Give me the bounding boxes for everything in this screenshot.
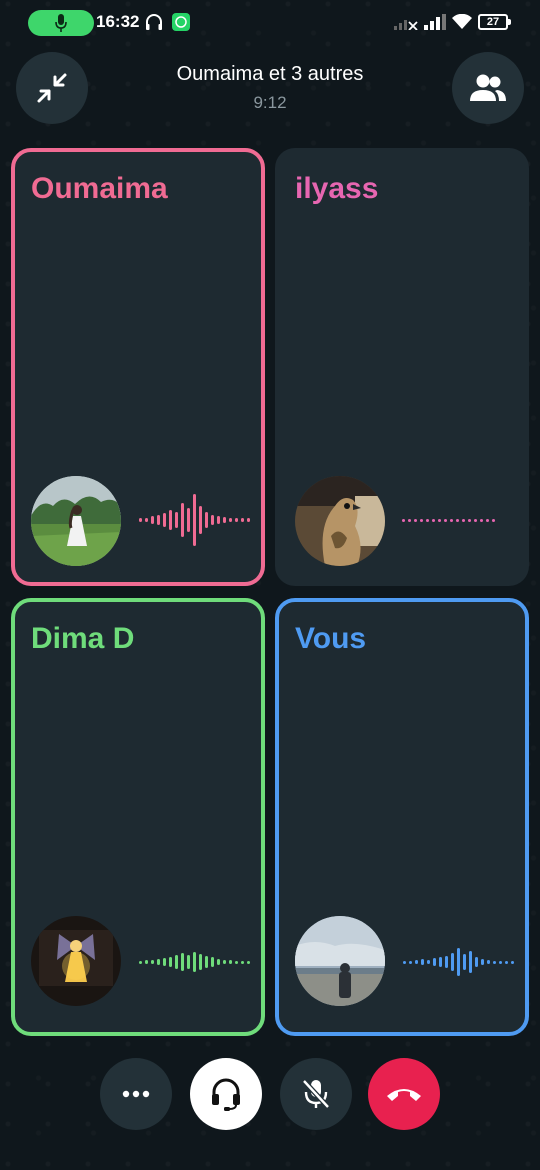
more-icon [122,1090,150,1098]
participants-button[interactable] [452,52,524,124]
mic-off-icon [302,1079,330,1109]
battery-tip [508,19,511,25]
end-call-icon [387,1089,421,1101]
audio-route-button[interactable] [190,1058,262,1130]
whatsapp-icon [172,12,190,32]
participants-icon [470,74,506,101]
participant-name: Oumaima [31,172,168,205]
headphones-icon [144,12,164,32]
participant-tile-self[interactable]: Vous [275,598,529,1036]
participant-tile-ilyass[interactable]: ilyass [275,148,529,586]
audio-wave [403,932,514,992]
mic-active-icon [55,14,67,32]
end-call-button[interactable] [368,1058,440,1130]
avatar [295,476,385,566]
status-bar: 16:32 27 [0,0,540,46]
signal-icon [424,12,446,32]
signal-off-icon [394,12,418,32]
wifi-icon [452,12,472,32]
mute-button[interactable] [280,1058,352,1130]
more-options-button[interactable] [100,1058,172,1130]
mic-active-indicator [28,10,94,36]
headset-icon [212,1078,240,1111]
audio-wave [139,932,250,992]
participant-name: Vous [295,622,367,655]
battery-icon: 27 [478,14,508,30]
battery-level: 27 [486,16,500,28]
avatar [31,916,121,1006]
audio-wave [139,490,250,550]
status-time: 16:32 [96,12,140,31]
call-screen: 16:32 27 Oumaima et 3 autres 9:12 Oumaim… [0,0,540,1170]
participant-name: ilyass [295,172,379,205]
avatar [295,916,385,1006]
audio-wave [402,490,495,550]
participant-tile-dima[interactable]: Dima D [11,598,265,1036]
participant-tile-oumaima[interactable]: Oumaima [11,148,265,586]
avatar [31,476,121,566]
participant-name: Dima D [31,622,135,655]
